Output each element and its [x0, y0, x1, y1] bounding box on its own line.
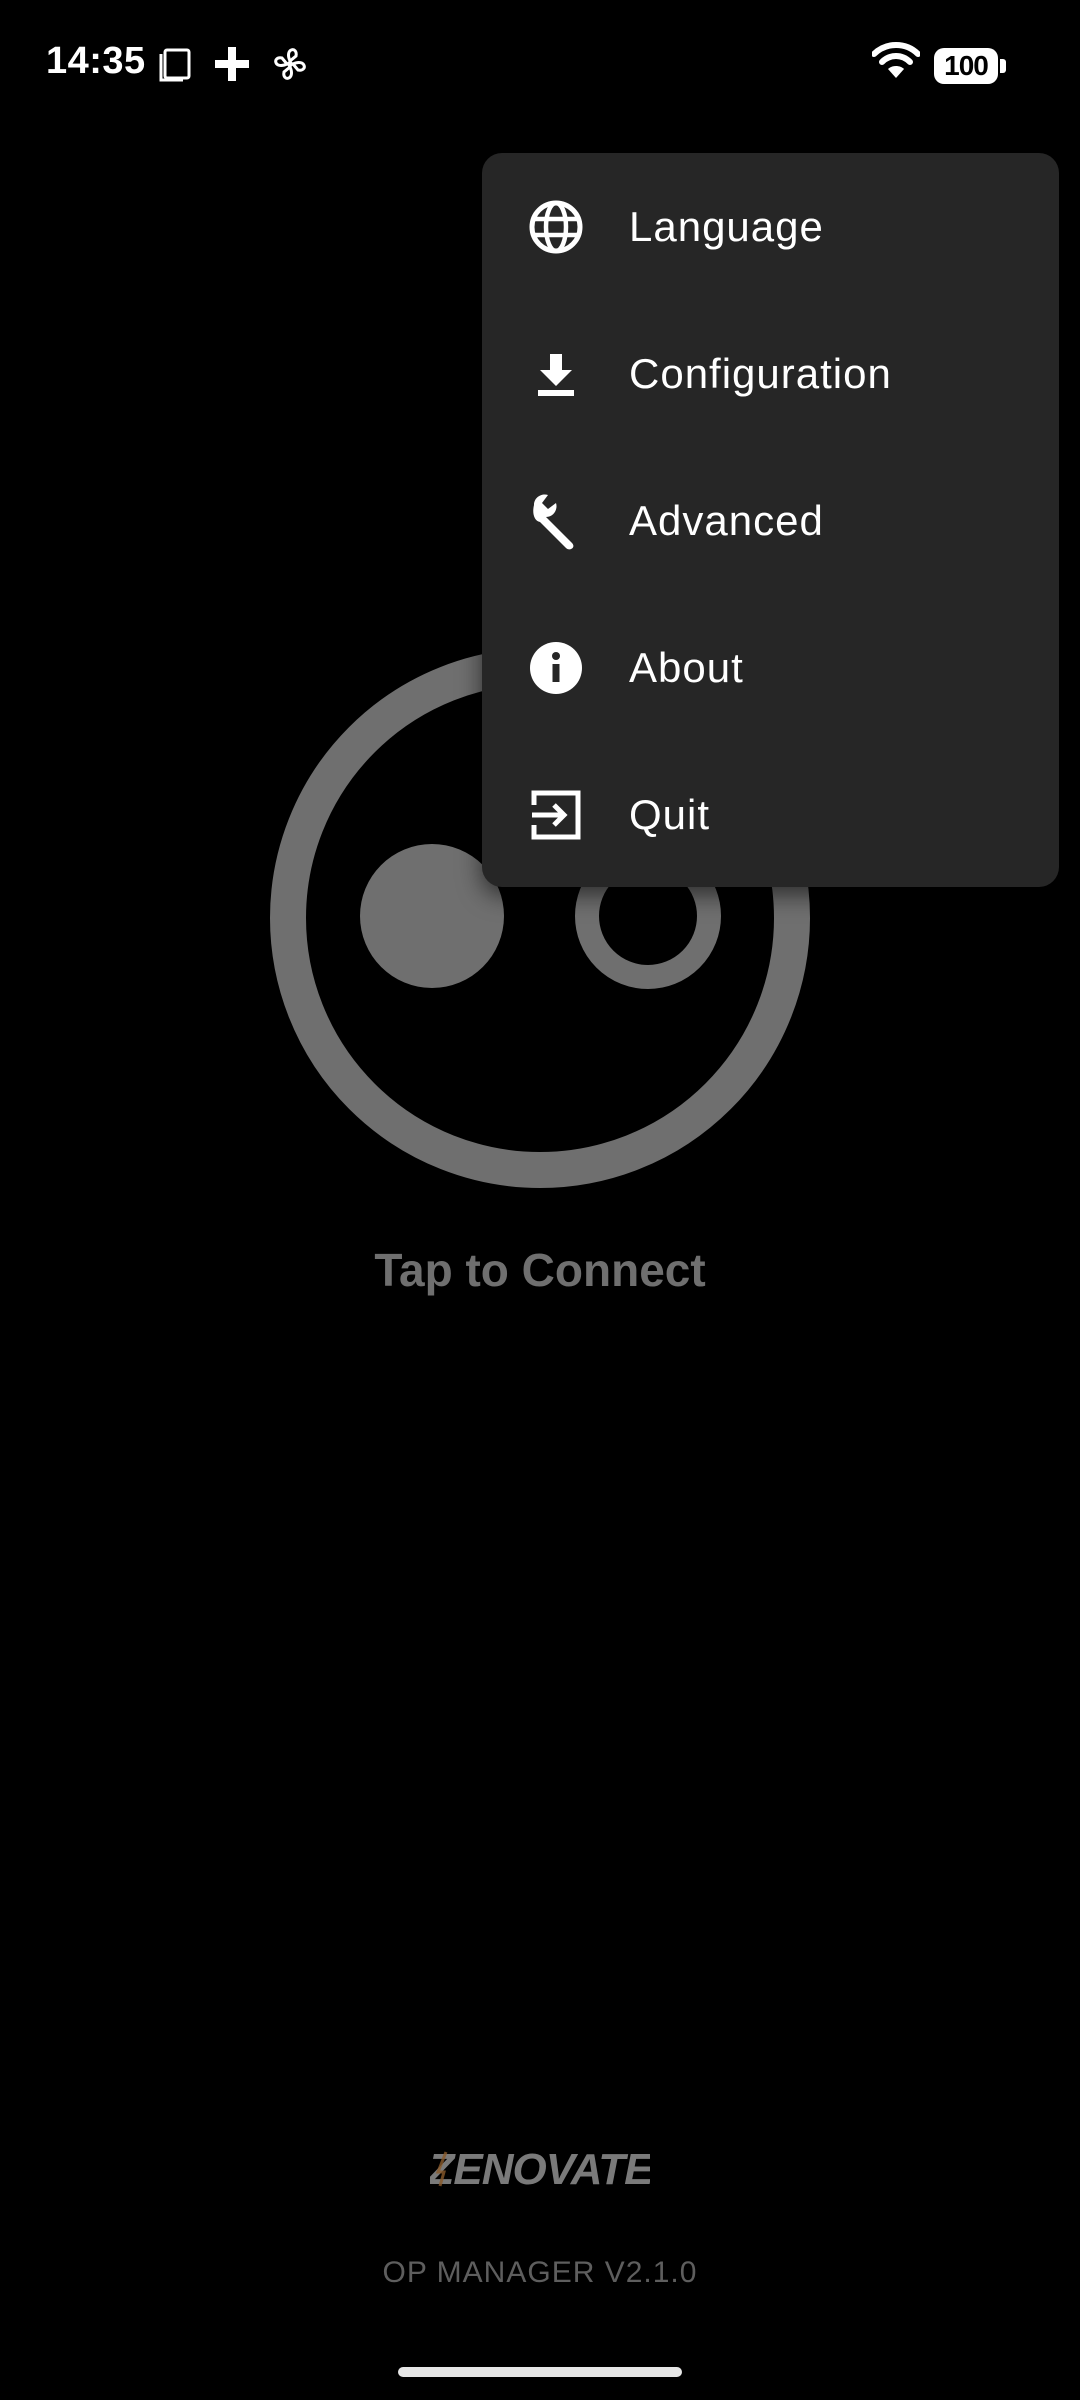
menu-item-label: Advanced	[629, 496, 824, 544]
home-indicator[interactable]	[398, 2367, 682, 2377]
info-icon	[526, 638, 586, 698]
menu-item-advanced[interactable]: Advanced	[482, 447, 1059, 594]
menu-item-label: Quit	[629, 790, 711, 838]
status-time: 14:35	[46, 40, 146, 82]
wifi-icon	[872, 42, 920, 78]
app-version: OP MANAGER V2.1.0	[382, 2256, 698, 2289]
exit-icon	[526, 785, 586, 845]
download-icon	[526, 344, 586, 404]
menu-item-quit[interactable]: Quit	[482, 741, 1059, 888]
menu-item-about[interactable]: About	[482, 594, 1059, 741]
plus-icon	[215, 47, 249, 81]
wrench-icon	[526, 491, 586, 551]
menu-item-configuration[interactable]: Configuration	[482, 300, 1059, 447]
battery-tip	[1000, 59, 1006, 73]
globe-icon	[526, 197, 586, 257]
menu-item-label: About	[629, 643, 744, 691]
tap-to-connect-label[interactable]: Tap to Connect	[0, 1243, 1080, 1297]
fan-icon	[274, 48, 306, 80]
overflow-menu: Language Configuration Advanced About Qu…	[482, 153, 1059, 887]
battery-level: 100	[934, 48, 998, 84]
screenshot-icon	[159, 48, 191, 82]
battery-icon: 100	[934, 48, 1006, 84]
zenovate-logo: ZENOVATE	[430, 2145, 650, 2192]
menu-item-language[interactable]: Language	[482, 153, 1059, 300]
svg-text:ZENOVATE: ZENOVATE	[430, 2145, 650, 2192]
status-bar: 14:35 100	[0, 0, 1080, 130]
menu-item-label: Language	[629, 202, 824, 250]
menu-item-label: Configuration	[629, 349, 892, 397]
